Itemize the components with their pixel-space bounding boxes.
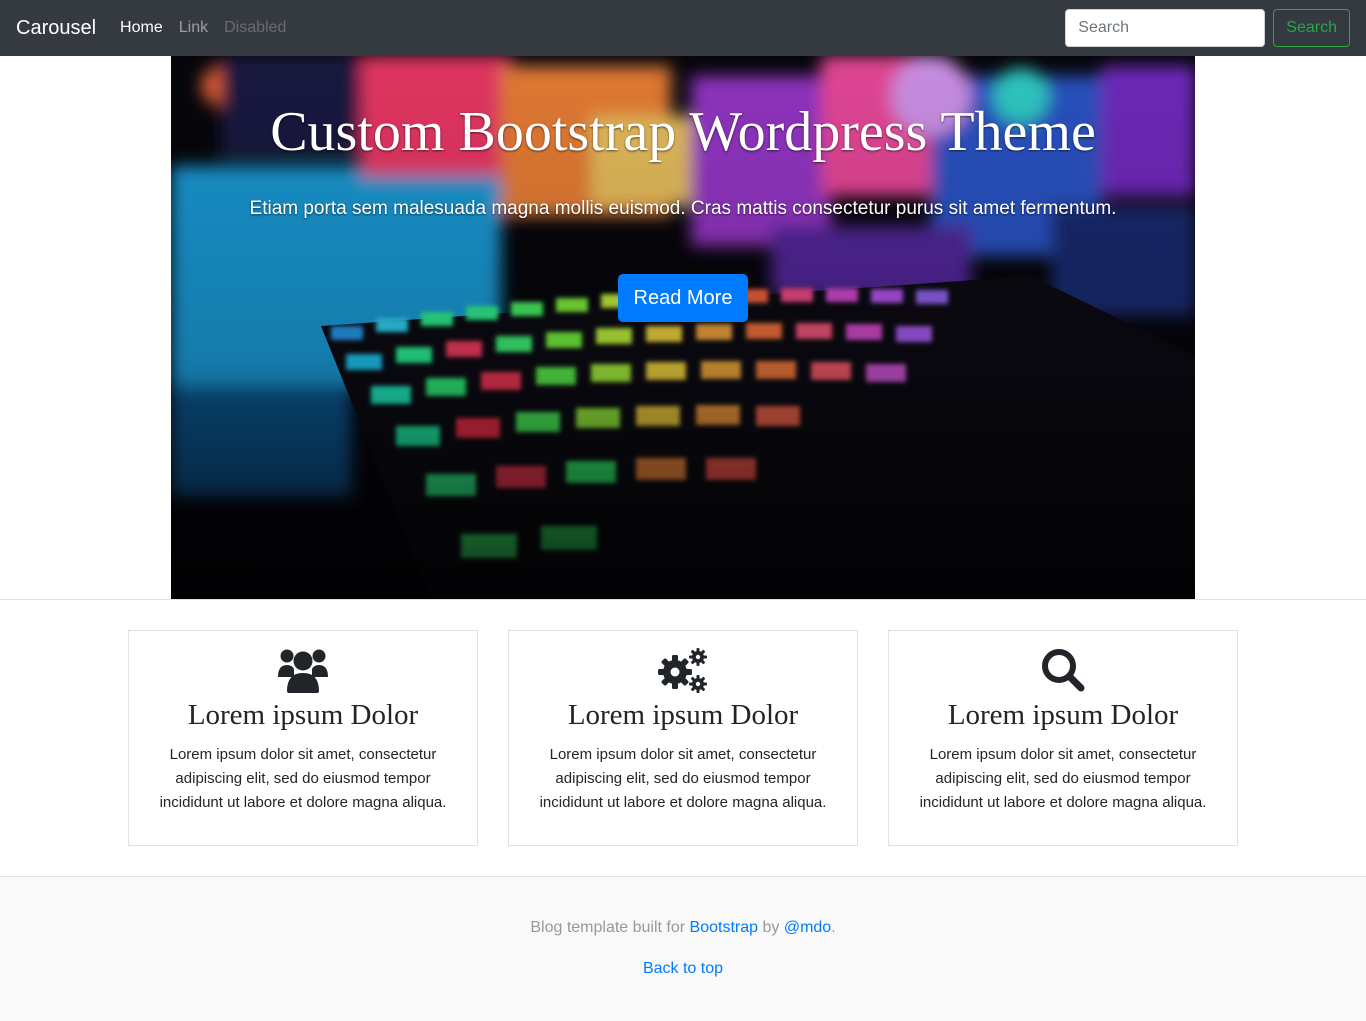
- read-more-button[interactable]: Read More: [618, 274, 748, 322]
- nav-link-link[interactable]: Link: [179, 19, 208, 37]
- footer-credit-prefix: Blog template built for: [530, 919, 690, 936]
- hero-subtitle: Etiam porta sem malesuada magna mollis e…: [249, 198, 1117, 219]
- navbar-brand[interactable]: Carousel: [16, 17, 96, 40]
- feature-text: Lorem ipsum dolor sit amet, consectetur …: [159, 746, 447, 811]
- nav-link-home[interactable]: Home: [120, 19, 163, 37]
- feature-title: Lorem ipsum Dolor: [187, 699, 419, 731]
- bootstrap-link[interactable]: Bootstrap: [690, 919, 758, 936]
- back-to-top-link[interactable]: Back to top: [643, 960, 723, 977]
- footer-credit-middle: by: [758, 919, 784, 936]
- search-icon: [1038, 645, 1088, 695]
- hero-title: Custom Bootstrap Wordpress Theme: [270, 101, 1096, 163]
- feature-card: Lorem ipsum Dolor Lorem ipsum dolor sit …: [128, 630, 478, 846]
- navbar-search-form: Search: [1065, 9, 1350, 47]
- page-footer: Blog template built for Bootstrap by @md…: [0, 877, 1366, 1021]
- feature-title: Lorem ipsum Dolor: [947, 699, 1179, 731]
- feature-text: Lorem ipsum dolor sit amet, consectetur …: [919, 746, 1207, 811]
- nav-links: Home Link Disabled: [120, 19, 302, 37]
- feature-title: Lorem ipsum Dolor: [567, 699, 799, 731]
- cogs-icon: [658, 645, 708, 695]
- feature-card: Lorem ipsum Dolor Lorem ipsum dolor sit …: [888, 630, 1238, 846]
- top-navbar: Carousel Home Link Disabled Search: [0, 0, 1366, 56]
- author-link[interactable]: @mdo: [784, 919, 831, 936]
- section-divider: [0, 599, 1366, 600]
- footer-credit-suffix: .: [831, 919, 836, 936]
- search-input[interactable]: [1065, 9, 1266, 47]
- search-button[interactable]: Search: [1273, 9, 1350, 47]
- footer-credit: Blog template built for Bootstrap by @md…: [0, 919, 1366, 937]
- back-to-top-row: Back to top: [0, 960, 1366, 978]
- feature-text: Lorem ipsum dolor sit amet, consectetur …: [539, 746, 827, 811]
- hero-carousel: Custom Bootstrap Wordpress Theme Etiam p…: [171, 56, 1195, 599]
- nav-link-disabled: Disabled: [224, 19, 287, 36]
- feature-card: Lorem ipsum Dolor Lorem ipsum dolor sit …: [508, 630, 858, 846]
- users-icon: [278, 645, 328, 695]
